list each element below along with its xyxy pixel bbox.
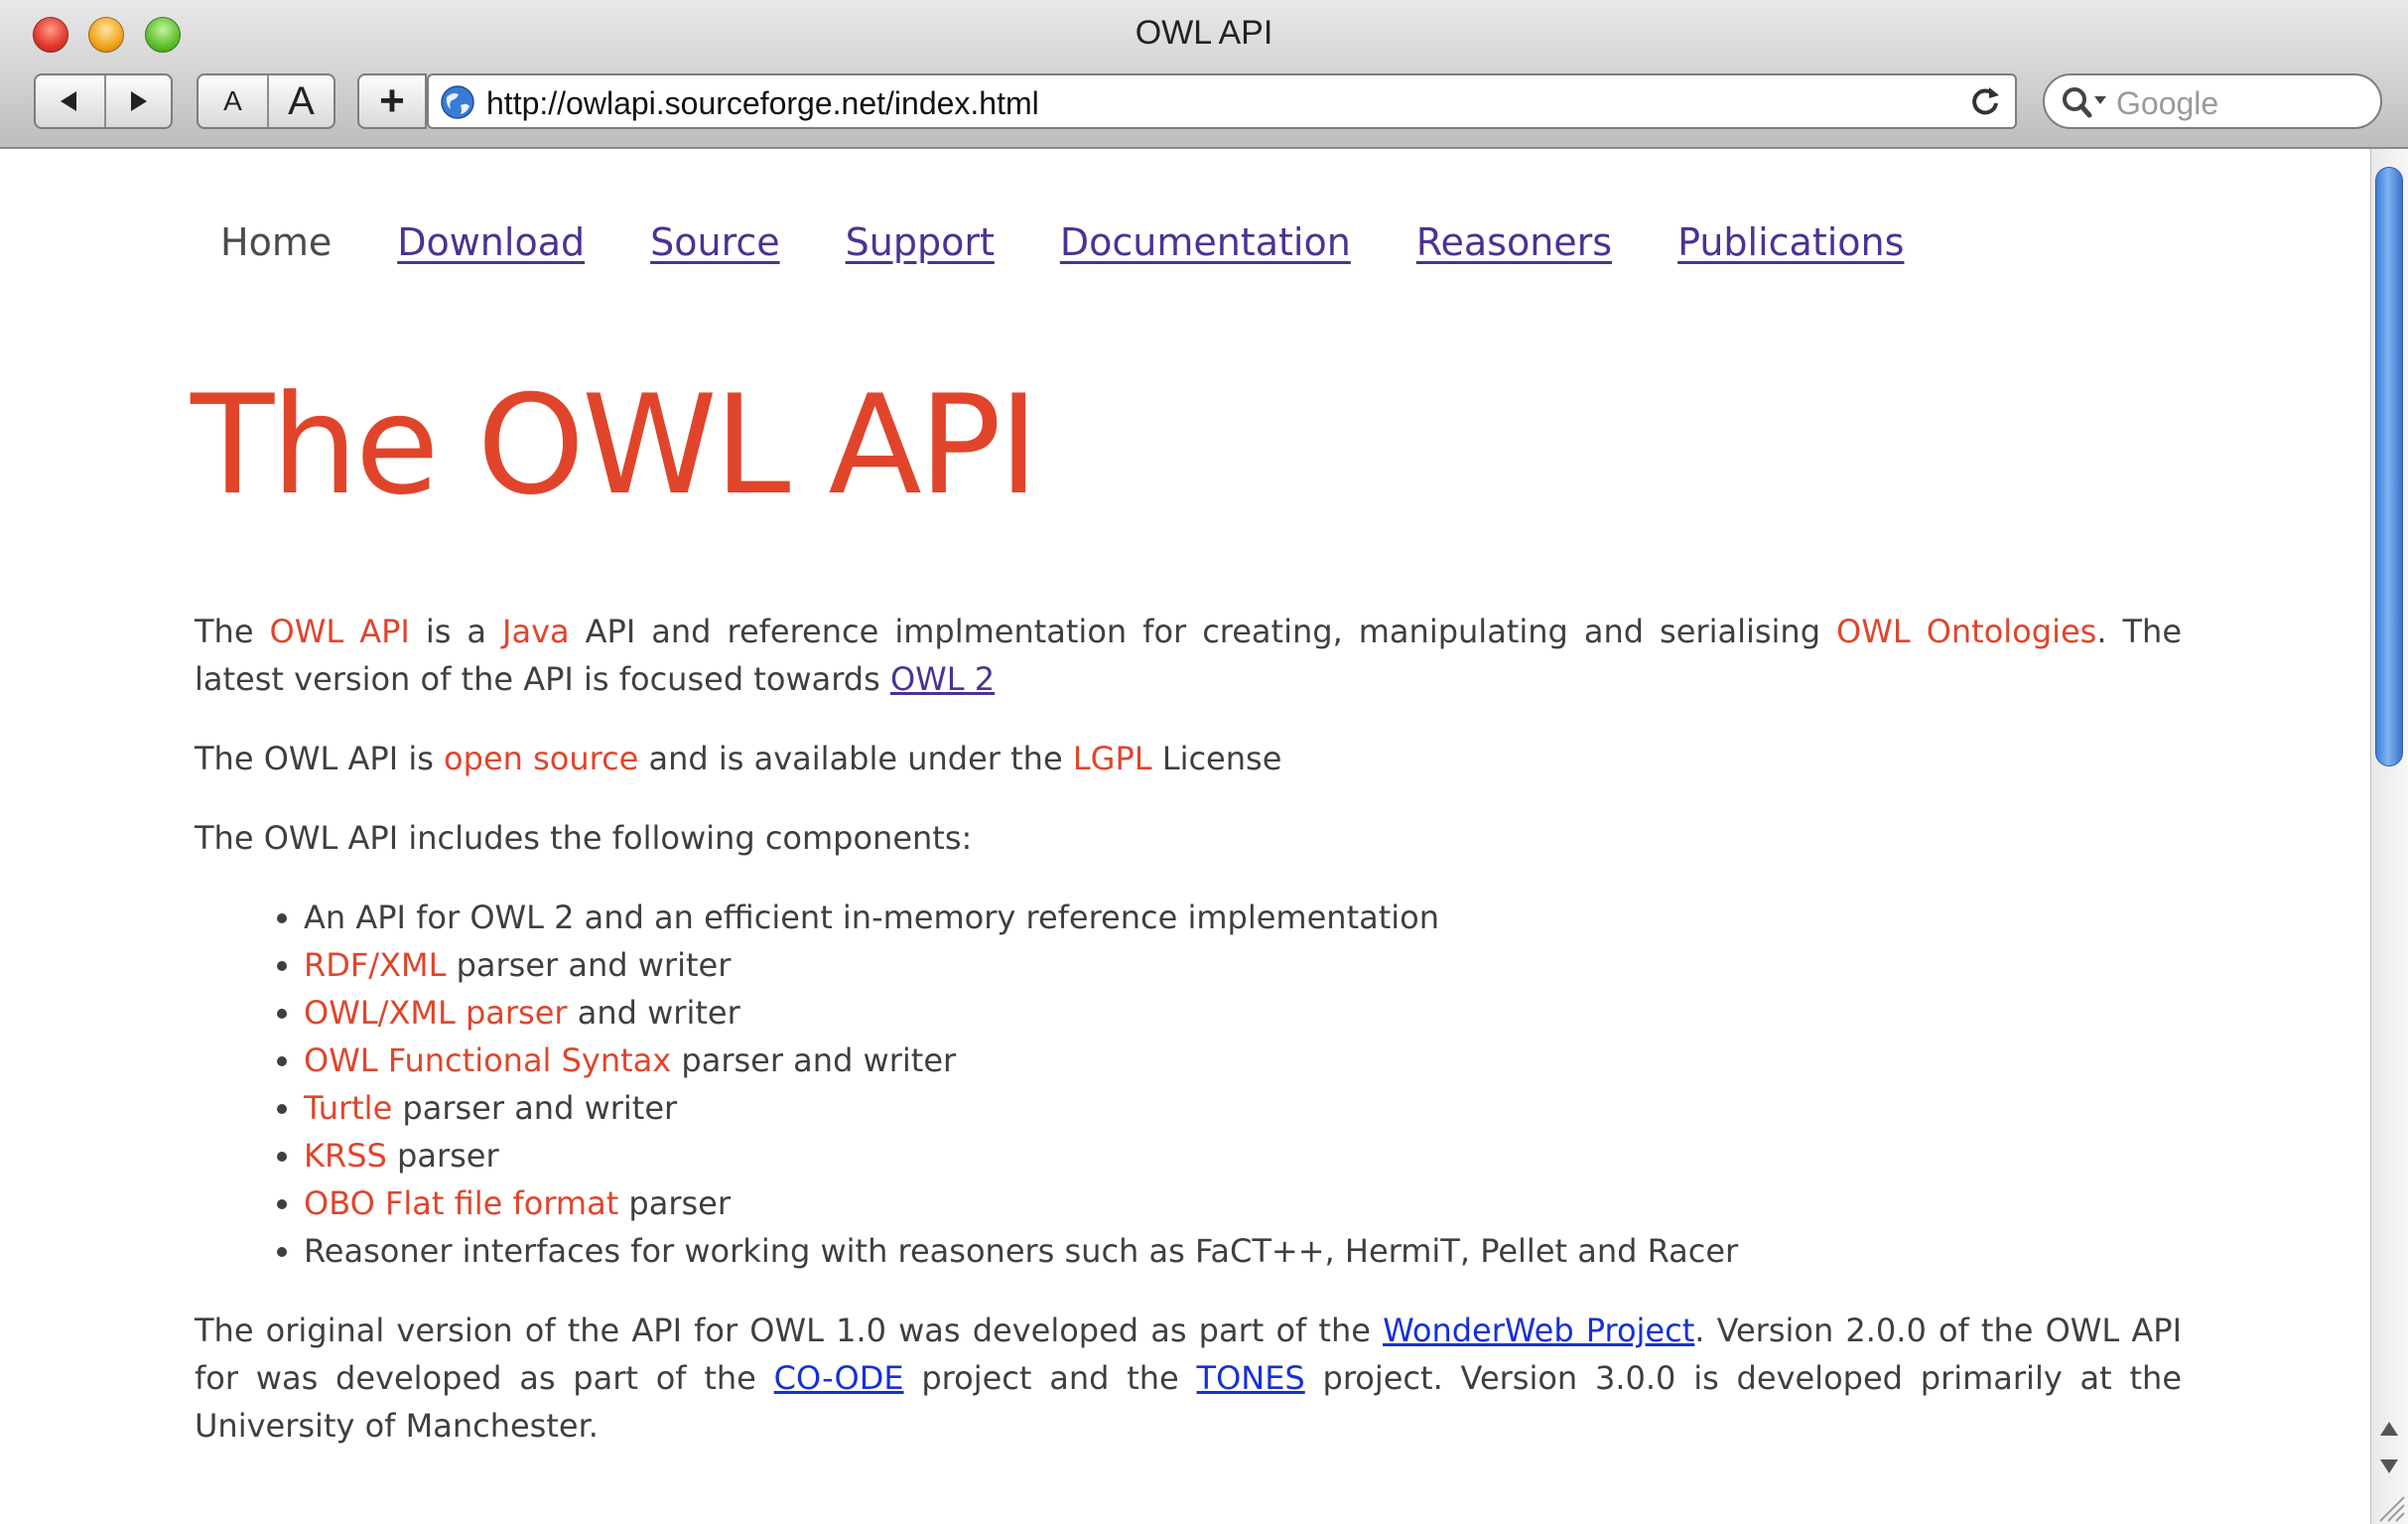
back-forward-group — [34, 73, 173, 129]
krss-link[interactable]: KRSS — [304, 1137, 387, 1175]
rdf-xml-link[interactable]: RDF/XML — [304, 946, 446, 984]
license-paragraph: The OWL API is open source and is availa… — [195, 735, 2182, 782]
components-intro: The OWL API includes the following compo… — [195, 819, 973, 857]
list-item: KRSS parser — [304, 1132, 2182, 1179]
obo-flat-file-link[interactable]: OBO Flat file format — [304, 1184, 618, 1222]
list-item: OWL/XML parser and writer — [304, 989, 2182, 1037]
nav-documentation[interactable]: Documentation — [1060, 220, 1351, 264]
owl-xml-parser-link[interactable]: OWL/XML parser — [304, 994, 568, 1032]
back-button[interactable] — [36, 75, 104, 127]
history-text: The original version of the API for OWL … — [195, 1312, 1384, 1349]
web-page: Home Download Source Support Documentati… — [0, 149, 2370, 1524]
nav-source[interactable]: Source — [650, 220, 780, 264]
text-bigger-button[interactable]: A — [266, 75, 334, 127]
history-paragraph: The original version of the API for OWL … — [195, 1307, 2182, 1450]
list-item-text: parser — [618, 1184, 731, 1222]
globe-icon — [441, 85, 474, 119]
page-title: The OWL API — [191, 365, 1039, 525]
owl2-link[interactable]: OWL 2 — [890, 660, 995, 698]
text-size-group: A A — [197, 73, 335, 129]
open-source-link[interactable]: open source — [444, 740, 638, 777]
window-title: OWL API — [1135, 14, 1273, 52]
main-content: The OWL API is a Java API and reference … — [195, 608, 2182, 1481]
forward-arrow-icon — [131, 91, 148, 111]
list-item: Reasoner interfaces for working with rea… — [304, 1227, 2182, 1275]
nav-download[interactable]: Download — [397, 220, 585, 264]
list-item-text: parser and writer — [446, 946, 732, 984]
vertical-scrollbar[interactable] — [2370, 149, 2408, 1524]
intro-text: is a — [409, 613, 503, 650]
add-bookmark-button[interactable]: + — [357, 73, 427, 129]
wonderweb-link[interactable]: WonderWeb Project — [1383, 1312, 1694, 1349]
intro-text: API and reference implmentation for crea… — [569, 613, 1837, 650]
list-item-text: parser and writer — [671, 1041, 957, 1079]
owl-functional-syntax-link[interactable]: OWL Functional Syntax — [304, 1041, 671, 1079]
list-item-text: Reasoner interfaces for working with rea… — [304, 1232, 1739, 1270]
list-item-text: and writer — [567, 994, 740, 1032]
nav-publications[interactable]: Publications — [1677, 220, 1904, 264]
resize-grip-icon[interactable] — [2372, 1489, 2406, 1523]
history-text: project and the — [903, 1359, 1197, 1397]
address-bar[interactable]: http://owlapi.sourceforge.net/index.html — [427, 73, 2017, 129]
nav-support[interactable]: Support — [846, 220, 995, 264]
list-item: RDF/XML parser and writer — [304, 941, 2182, 989]
url-text: http://owlapi.sourceforge.net/index.html — [486, 85, 1039, 121]
list-item-text: An API for OWL 2 and an efficient in-mem… — [304, 899, 1440, 936]
scroll-up-arrow-icon[interactable] — [2380, 1422, 2398, 1436]
site-nav: Home Download Source Support Documentati… — [220, 220, 1969, 264]
nav-home: Home — [220, 220, 333, 264]
list-item-text: parser — [386, 1137, 499, 1175]
text-smaller-button[interactable]: A — [199, 75, 267, 127]
scroll-down-arrow-icon[interactable] — [2380, 1459, 2398, 1473]
list-item: OBO Flat file format parser — [304, 1179, 2182, 1227]
turtle-link[interactable]: Turtle — [304, 1089, 392, 1127]
intro-paragraph: The OWL API is a Java API and reference … — [195, 608, 2182, 703]
scrollbar-thumb[interactable] — [2375, 167, 2403, 766]
license-text: and is available under the — [638, 740, 1073, 777]
intro-text: The — [195, 613, 270, 650]
nav-reasoners[interactable]: Reasoners — [1416, 220, 1612, 264]
license-text: The OWL API is — [195, 740, 445, 777]
tones-link[interactable]: TONES — [1197, 1359, 1305, 1397]
java-link[interactable]: Java — [502, 613, 570, 650]
search-field[interactable]: Google — [2043, 73, 2382, 129]
owl-api-link[interactable]: OWL API — [270, 613, 410, 650]
co-ode-link[interactable]: CO-ODE — [774, 1359, 904, 1397]
reload-icon[interactable] — [1967, 83, 2003, 119]
lgpl-link[interactable]: LGPL — [1073, 740, 1152, 777]
forward-button[interactable] — [103, 75, 171, 127]
owl-ontologies-link[interactable]: OWL Ontologies — [1836, 613, 2096, 650]
list-item: OWL Functional Syntax parser and writer — [304, 1037, 2182, 1084]
search-placeholder: Google — [2116, 85, 2219, 121]
back-arrow-icon — [61, 91, 77, 111]
components-list: An API for OWL 2 and an efficient in-mem… — [195, 894, 2182, 1275]
license-text: License — [1151, 740, 1282, 777]
list-item: Turtle parser and writer — [304, 1084, 2182, 1132]
list-item-text: parser and writer — [392, 1089, 678, 1127]
browser-chrome: OWL API A A + http://owlapi.sourceforge.… — [0, 0, 2408, 149]
search-icon — [2063, 87, 2106, 118]
list-item: An API for OWL 2 and an efficient in-mem… — [304, 894, 2182, 941]
